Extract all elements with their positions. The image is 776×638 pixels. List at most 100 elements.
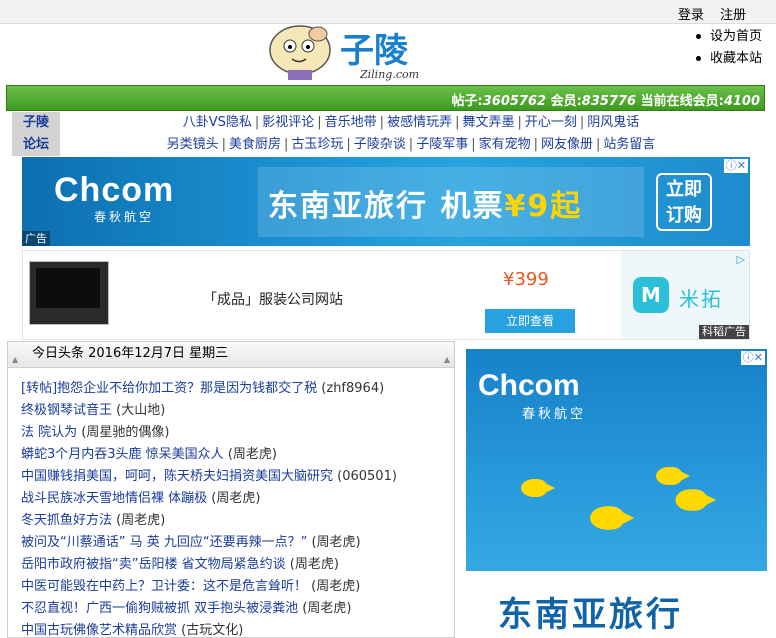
stats-bar: 帖子:3605762 会员:835776 当前在线会员:4100 — [6, 85, 765, 111]
side-links: 设为首页 收藏本站 — [694, 26, 774, 70]
news-item[interactable]: 法 院认为 (周星驰的偶像) — [21, 422, 454, 444]
ad-label: 科韬广告 — [699, 325, 749, 339]
website-banner-ad[interactable]: 「成品」服装公司网站 ¥399 立即查看 M 米拓 ▷ 科韬广告 — [22, 250, 750, 340]
news-author[interactable]: (周星驰的偶像) — [81, 425, 169, 440]
news-title[interactable]: 中国古玩佛像艺术精品欣赏 — [21, 623, 177, 637]
news-item[interactable]: 中国古玩佛像艺术精品欣赏 (古玩文化) — [21, 620, 454, 637]
news-title[interactable]: 不忍直视！广西一偷狗贼被抓 双手抱头被浸粪池 — [21, 601, 298, 616]
news-author[interactable]: (周老虎) — [228, 447, 277, 462]
bookmark-link[interactable]: 收藏本站 — [694, 48, 774, 70]
news-item[interactable]: 冬天抓鱼好方法 (周老虎) — [21, 510, 454, 532]
logo-text: 子陵 — [340, 31, 409, 71]
nav-item[interactable]: 开心一刻 — [525, 115, 577, 130]
fish-graphic — [521, 479, 555, 497]
online-label: 当前在线会员: — [640, 94, 724, 109]
site-logo[interactable]: 子陵 Ziling.com — [268, 24, 438, 82]
site-box[interactable]: 子陵 论坛 — [12, 112, 60, 156]
m-logo-icon: M — [633, 277, 669, 313]
news-item[interactable]: 战斗民族冰天雪地情侣裸 体蹦极 (周老虎) — [21, 488, 454, 510]
airline-logo: Chcom 春秋航空 — [54, 171, 175, 224]
nav-item[interactable]: 八卦VS隐私 — [183, 115, 252, 130]
scroll-up-icon[interactable]: ▲ — [12, 348, 18, 372]
news-author[interactable]: (060501) — [337, 469, 397, 484]
account-links: 登录 注册 — [666, 4, 746, 23]
forum-nav: 子陵 论坛 八卦VS隐私 | 影视评论 | 音乐地带 | 被感情玩弄 | 舞文弄墨 | 开心一刻 | 阴… — [6, 112, 765, 156]
news-item[interactable]: 不忍直视！广西一偷狗贼被抓 双手抱头被浸粪池 (周老虎) — [21, 598, 454, 620]
view-now-button[interactable]: 立即查看 — [485, 309, 575, 333]
news-item[interactable]: 终极钢琴试音王 (大山地) — [21, 400, 454, 422]
news-title[interactable]: 冬天抓鱼好方法 — [21, 513, 112, 528]
news-author[interactable]: (zhf8964) — [321, 381, 384, 396]
news-title[interactable]: [转帖]抱怨企业不给你加工资？那是因为钱都交了税 — [21, 381, 317, 396]
nav-item[interactable]: 影视评论 — [262, 115, 314, 130]
news-header: ▲ 今日头条 2016年12月7日 星期三 ▲ — [8, 342, 454, 368]
ad-title: 「成品」服装公司网站 — [203, 292, 343, 308]
nav-item[interactable]: 美食厨房 — [229, 137, 281, 152]
nav-item[interactable]: 家有宠物 — [479, 137, 531, 152]
logo-domain: Ziling.com — [359, 68, 419, 81]
news-item[interactable]: 中医可能毁在中药上？卫计委：这不是危言耸听！ (周老虎) — [21, 576, 454, 598]
news-author[interactable]: (周老虎) — [311, 579, 360, 594]
news-author[interactable]: (周老虎) — [116, 513, 165, 528]
news-title[interactable]: 中国赚钱捐美国，呵呵，陈天桥夫妇捐资美国大脑研究 — [21, 469, 333, 484]
nav-item[interactable]: 子陵军事 — [416, 137, 468, 152]
news-author[interactable]: (大山地) — [116, 403, 165, 418]
news-list: [转帖]抱怨企业不给你加工资？那是因为钱都交了税 (zhf8964) 终极钢琴试音… — [8, 368, 454, 637]
news-item[interactable]: 蟒蛇3个月内吞3头鹿 惊呆美国众人 (周老虎) — [21, 444, 454, 466]
fish-graphic — [675, 489, 717, 511]
nav-item[interactable]: 另类镜头 — [167, 137, 219, 152]
news-author[interactable]: (周老虎) — [302, 601, 351, 616]
ad-headline: 东南亚旅行 机票¥9起 — [268, 189, 583, 224]
headline-news-panel: ▲ 今日头条 2016年12月7日 星期三 ▲ [转帖]抱怨企业不给你加工资？那… — [7, 341, 455, 638]
fish-graphic — [656, 467, 690, 485]
adchoices-icon[interactable]: ▷ — [737, 253, 745, 266]
ad-close-icon[interactable]: ⓘ✕ — [740, 351, 765, 365]
site-name-line2: 论坛 — [22, 137, 49, 152]
fish-graphic — [590, 506, 635, 530]
nav-item[interactable]: 音乐地带 — [325, 115, 377, 130]
login-link[interactable]: 登录 — [678, 8, 704, 23]
header: 子陵 Ziling.com 设为首页 收藏本站 — [0, 24, 776, 86]
news-item[interactable]: 岳阳市政府被指“卖”岳阳楼 省文物局紧急约谈 (周老虎) — [21, 554, 454, 576]
nav-item[interactable]: 舞文弄墨 — [462, 115, 514, 130]
nav-item[interactable]: 子陵杂谈 — [354, 137, 406, 152]
set-homepage-link[interactable]: 设为首页 — [694, 26, 774, 48]
news-item[interactable]: [转帖]抱怨企业不给你加工资？那是因为钱都交了税 (zhf8964) — [21, 378, 454, 400]
news-title[interactable]: 战斗民族冰天雪地情侣裸 体蹦极 — [21, 491, 207, 506]
news-author[interactable]: (周老虎) — [290, 557, 339, 572]
ad-price: ¥399 — [503, 269, 549, 290]
top-bar: 登录 注册 — [0, 0, 776, 24]
news-title[interactable]: 蟒蛇3个月内吞3头鹿 惊呆美国众人 — [21, 447, 224, 462]
news-header-text: 今日头条 2016年12月7日 星期三 — [32, 346, 229, 361]
order-now-button[interactable]: 立即订购 — [656, 173, 712, 231]
nav-item[interactable]: 阴风鬼话 — [587, 115, 639, 130]
news-author[interactable]: (周老虎) — [211, 491, 260, 506]
members-count: 835776 — [581, 94, 637, 109]
news-title[interactable]: 法 院认为 — [21, 425, 77, 440]
posts-count: 3605762 — [482, 94, 547, 109]
news-title[interactable]: 中医可能毁在中药上？卫计委：这不是危言耸听！ — [21, 579, 307, 594]
nav-item[interactable]: 被感情玩弄 — [387, 115, 452, 130]
online-count: 4100 — [723, 94, 760, 109]
nav-item[interactable]: 古玉珍玩 — [291, 137, 343, 152]
ad-close-icon[interactable]: ⓘ✕ — [723, 159, 748, 173]
airline-side-ad[interactable]: Chcom 春秋航空 东南亚旅行 ⓘ✕ — [466, 349, 767, 638]
news-author[interactable]: (古玩文化) — [181, 623, 243, 637]
news-title[interactable]: 被问及“川蔡通话” 马 英 九回应“还要再辣一点？” — [21, 535, 307, 550]
ad-thumbnail — [29, 261, 109, 325]
scroll-up-icon[interactable]: ▲ — [444, 348, 450, 372]
airline-logo: Chcom 春秋航空 — [478, 369, 587, 421]
forum-stats: 帖子:3605762 会员:835776 当前在线会员:4100 — [452, 90, 760, 109]
news-item[interactable]: 被问及“川蔡通话” 马 英 九回应“还要再辣一点？” (周老虎) — [21, 532, 454, 554]
news-title[interactable]: 终极钢琴试音王 — [21, 403, 112, 418]
airline-banner-ad[interactable]: Chcom 春秋航空 东南亚旅行 机票¥9起 立即订购 广告 ⓘ✕ — [22, 157, 750, 246]
ad-headline: 东南亚旅行 — [498, 595, 683, 635]
register-link[interactable]: 注册 — [720, 8, 746, 23]
news-item[interactable]: 中国赚钱捐美国，呵呵，陈天桥夫妇捐资美国大脑研究 (060501) — [21, 466, 454, 488]
nav-row-2: 另类镜头 | 美食厨房 | 古玉珍玩 | 子陵杂谈 | 子陵军事 | 家有宠物 | 网友像册 | 站务留言 — [166, 137, 656, 152]
site-name-line1: 子陵 — [22, 115, 49, 130]
news-author[interactable]: (周老虎) — [311, 535, 360, 550]
news-title[interactable]: 岳阳市政府被指“卖”岳阳楼 省文物局紧急约谈 — [21, 557, 286, 572]
nav-item[interactable]: 站务留言 — [603, 137, 655, 152]
nav-item[interactable]: 网友像册 — [541, 137, 593, 152]
